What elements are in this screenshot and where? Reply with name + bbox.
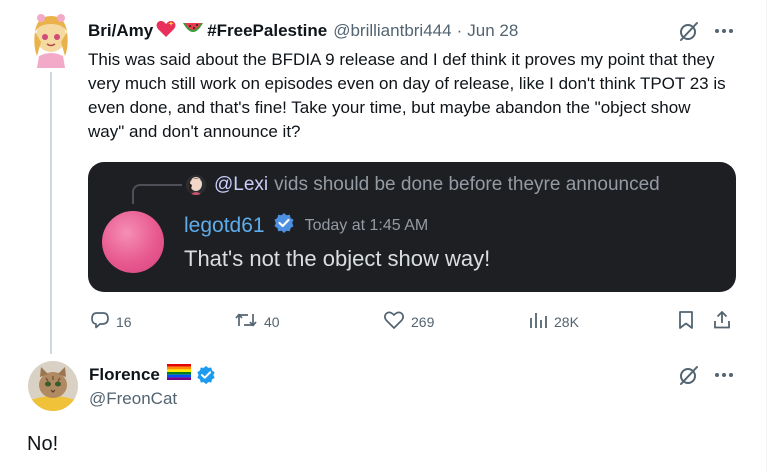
tweet-media-image[interactable]: @Lexi vids should be done before theyre … — [88, 162, 736, 292]
reply-avatar — [186, 175, 206, 195]
more-icon[interactable] — [714, 28, 734, 34]
repost-icon — [234, 310, 258, 333]
bookmark-button[interactable] — [677, 310, 695, 333]
like-icon — [383, 310, 405, 333]
user-avatar[interactable] — [28, 361, 78, 411]
reply-count: 16 — [116, 313, 132, 330]
tweet-action-bar: 16 40 269 28K — [88, 310, 738, 332]
display-name[interactable]: Bri/Amy — [88, 21, 153, 41]
reply-mention: @Lexi — [214, 174, 269, 195]
user-avatar[interactable] — [27, 12, 75, 68]
reply-button[interactable]: 16 — [90, 310, 132, 333]
share-button[interactable] — [712, 310, 732, 333]
tweet-header: Florence — [89, 364, 216, 385]
user-handle[interactable]: @FreonCat — [89, 389, 177, 409]
discord-username: legotd61 — [184, 213, 265, 237]
more-icon[interactable] — [714, 372, 734, 378]
discord-timestamp: Today at 1:45 AM — [304, 216, 429, 234]
separator-dot: · — [456, 21, 463, 40]
share-icon — [712, 310, 732, 333]
grok-icon[interactable] — [678, 20, 700, 42]
reply-quoted-text: vids should be done before theyre announ… — [274, 174, 660, 195]
thread-connector-line — [50, 72, 52, 354]
watermelon-emoji-icon — [182, 21, 204, 42]
display-name-suffix[interactable]: #FreePalestine — [207, 21, 327, 41]
discord-verified-icon — [273, 212, 295, 239]
repost-button[interactable]: 40 — [234, 310, 280, 333]
rainbow-flag-emoji-icon — [166, 364, 191, 385]
tweet-top-actions — [678, 364, 734, 386]
user-handle[interactable]: @brilliantbri444 — [333, 21, 451, 41]
tweet-header: Bri/Amy #FreePalestine @brilliantbri444 … — [88, 20, 518, 42]
tweet-text: This was said about the BFDIA 9 release … — [88, 50, 726, 141]
reply-icon — [90, 310, 110, 333]
like-button[interactable]: 269 — [383, 310, 434, 333]
repost-count: 40 — [264, 313, 280, 330]
tweet-date[interactable]: Jun 28 — [467, 21, 518, 41]
views-icon — [528, 310, 548, 333]
views-button[interactable]: 28K — [528, 310, 579, 333]
tweet-text: No! — [27, 433, 59, 455]
discord-message-header: legotd61 Today at 1:45 AM — [184, 212, 428, 239]
discord-reply-preview: @Lexi vids should be done before theyre … — [186, 174, 660, 196]
reply-connector — [132, 184, 182, 204]
conversation-frame: Bri/Amy #FreePalestine @brilliantbri444 … — [0, 0, 767, 472]
display-name[interactable]: Florence — [89, 365, 160, 385]
verified-badge-icon[interactable] — [196, 365, 216, 385]
like-count: 269 — [411, 313, 435, 330]
tweet-top-actions — [678, 20, 734, 42]
sparkling-heart-emoji-icon — [156, 20, 176, 43]
grok-icon[interactable] — [678, 364, 700, 386]
discord-avatar — [102, 211, 164, 273]
discord-message-text: That's not the object show way! — [184, 246, 491, 271]
bookmark-icon — [677, 310, 695, 333]
views-count: 28K — [554, 313, 579, 330]
